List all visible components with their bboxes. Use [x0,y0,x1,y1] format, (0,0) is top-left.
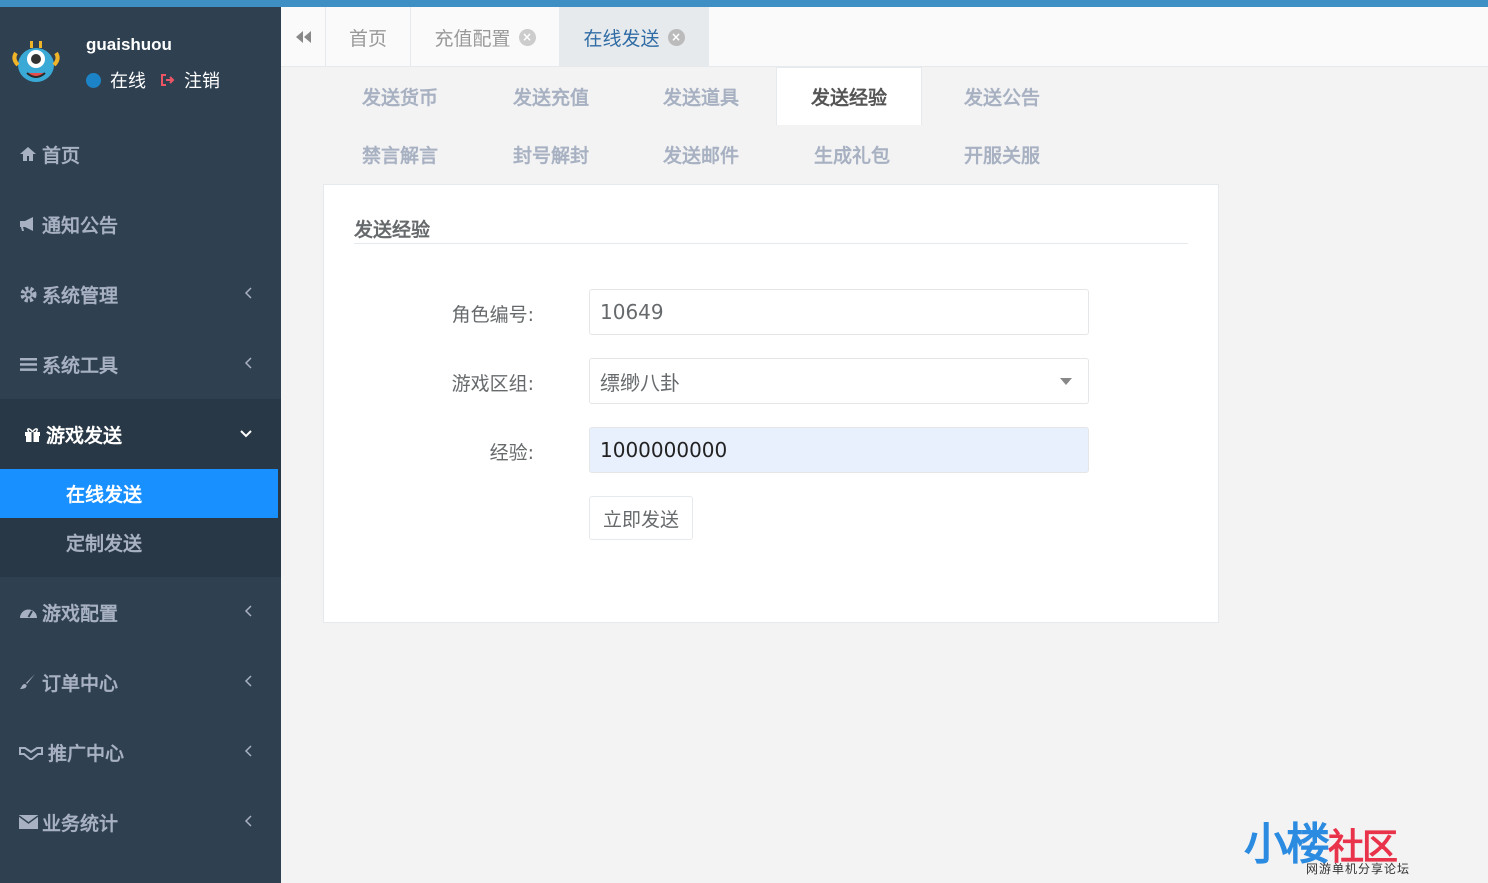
close-icon[interactable]: × [667,28,685,46]
subtab-label: 生成礼包 [813,144,890,167]
logout-icon[interactable] [160,72,176,88]
brush-icon [18,672,38,692]
handshake-icon [18,742,44,762]
user-profile: guaishuou 在线 注销 [0,7,281,107]
tab-label: 首页 [348,27,387,50]
subtab-mute[interactable]: 禁言解言 [327,125,473,183]
sidebar-item-home[interactable]: 首页 [0,119,281,189]
sidebar-item-system-manage[interactable]: 系统管理 [0,259,281,329]
chevron-left-icon [244,287,252,299]
gift-icon [22,424,42,444]
sidebar-item-statistics[interactable]: 业务统计 [0,787,281,857]
status-text: 在线 [110,71,146,92]
exp-input[interactable]: 1000000000 [589,427,1089,473]
sidebar-item-label: 首页 [42,144,81,167]
sidebar: guaishuou 在线 注销 首页 通知公告 系统管理 系统工具 游戏发送 在… [0,7,281,883]
subtab-send-item[interactable]: 发送道具 [628,67,774,125]
sidebar-item-notice[interactable]: 通知公告 [0,189,281,259]
subtab-label: 发送公告 [963,86,1040,109]
subtab-label: 发送经验 [810,87,887,109]
sidebar-item-label: 订单中心 [42,672,119,695]
subtab-send-currency[interactable]: 发送货币 [327,67,473,125]
exp-label: 经验: [489,442,534,464]
sidebar-item-label: 通知公告 [42,214,119,237]
sidebar-item-label: 系统管理 [42,284,119,307]
sidebar-item-orders[interactable]: 订单中心 [0,647,281,717]
caret-down-icon [1060,378,1072,385]
gear-icon [18,284,38,304]
sidebar-item-system-tools[interactable]: 系统工具 [0,329,281,399]
sidebar-item-label: 游戏发送 [46,424,123,447]
close-icon[interactable]: × [518,28,536,46]
bars-icon [18,354,38,374]
tab-label: 充值配置 [434,27,511,50]
sidebar-subnav: 在线发送 定制发送 [0,469,281,577]
online-dot-icon [86,72,101,88]
subtab-send-mail[interactable]: 发送邮件 [628,125,774,183]
chevron-left-icon [244,675,252,687]
subtab-label: 发送充值 [512,86,589,109]
bullhorn-icon [18,214,38,234]
sidebar-subitem-label: 定制发送 [66,533,143,555]
tab-online-send[interactable]: 在线发送 × [560,7,709,67]
subtab-label: 发送道具 [662,86,739,109]
subtab-label: 发送邮件 [662,144,739,167]
tab-label: 在线发送 [583,27,660,50]
game-zone-label: 游戏区组: [451,373,534,395]
send-exp-panel: 发送经验 角色编号: 10649 游戏区组: 缥缈八卦 经验: 10000000… [323,184,1219,623]
tabs-scroll-left-button[interactable] [281,7,326,67]
tab-home[interactable]: 首页 [326,7,411,67]
sidebar-subitem-custom-send[interactable]: 定制发送 [0,518,281,567]
page-tabs-bar: 首页 充值配置 × 在线发送 × [281,7,1488,67]
logout-link[interactable]: 注销 [184,67,220,93]
chevron-left-icon [244,357,252,369]
avatar[interactable] [10,35,62,87]
watermark-logo: 小楼社区 网游单机分享论坛 [1240,808,1480,880]
tab-recharge-config[interactable]: 充值配置 × [411,7,560,67]
panel-title: 发送经验 [354,219,431,241]
sidebar-subitem-label: 在线发送 [66,484,143,506]
double-chevron-left-icon [296,31,311,43]
role-id-input[interactable]: 10649 [589,289,1089,335]
subtab-server-toggle[interactable]: 开服关服 [929,125,1075,183]
role-id-label: 角色编号: [451,304,534,326]
sidebar-item-label: 游戏配置 [42,602,119,625]
sidebar-item-game-config[interactable]: 游戏配置 [0,577,281,647]
game-zone-select[interactable]: 缥缈八卦 [589,358,1089,404]
subtab-label: 发送货币 [361,86,438,109]
chevron-left-icon [244,605,252,617]
subtab-send-notice[interactable]: 发送公告 [929,67,1075,125]
chevron-left-icon [244,815,252,827]
sidebar-item-game-send[interactable]: 游戏发送 [0,399,281,469]
envelope-icon [18,812,38,832]
subtab-label: 封号解封 [512,144,589,167]
sidebar-subitem-online-send[interactable]: 在线发送 [0,469,278,518]
sidebar-item-label: 系统工具 [42,354,119,377]
game-zone-value: 缥缈八卦 [600,370,680,395]
divider [354,243,1188,244]
send-now-button[interactable]: 立即发送 [589,496,693,540]
username: guaishuou [86,35,172,54]
sidebar-item-label: 推广中心 [48,742,125,765]
watermark-subtitle: 网游单机分享论坛 [1306,862,1411,876]
chevron-left-icon [244,745,252,757]
sidebar-item-label: 业务统计 [42,812,119,835]
top-accent-bar [0,0,1488,7]
sidebar-nav: 首页 通知公告 系统管理 系统工具 游戏发送 在线发送 定制发送 游戏配置 订单… [0,119,281,857]
status-row: 在线 注销 [86,67,220,93]
dashboard-icon [18,602,38,622]
chevron-down-icon [240,430,252,438]
home-icon [18,144,38,164]
subtab-label: 开服关服 [963,144,1040,167]
sidebar-item-promotion[interactable]: 推广中心 [0,717,281,787]
subtab-label: 禁言解言 [361,144,438,167]
subtab-ban[interactable]: 封号解封 [478,125,624,183]
subtab-send-exp[interactable]: 发送经验 [776,67,922,125]
subtab-send-recharge[interactable]: 发送充值 [478,67,624,125]
subtab-gift-code[interactable]: 生成礼包 [779,125,925,183]
